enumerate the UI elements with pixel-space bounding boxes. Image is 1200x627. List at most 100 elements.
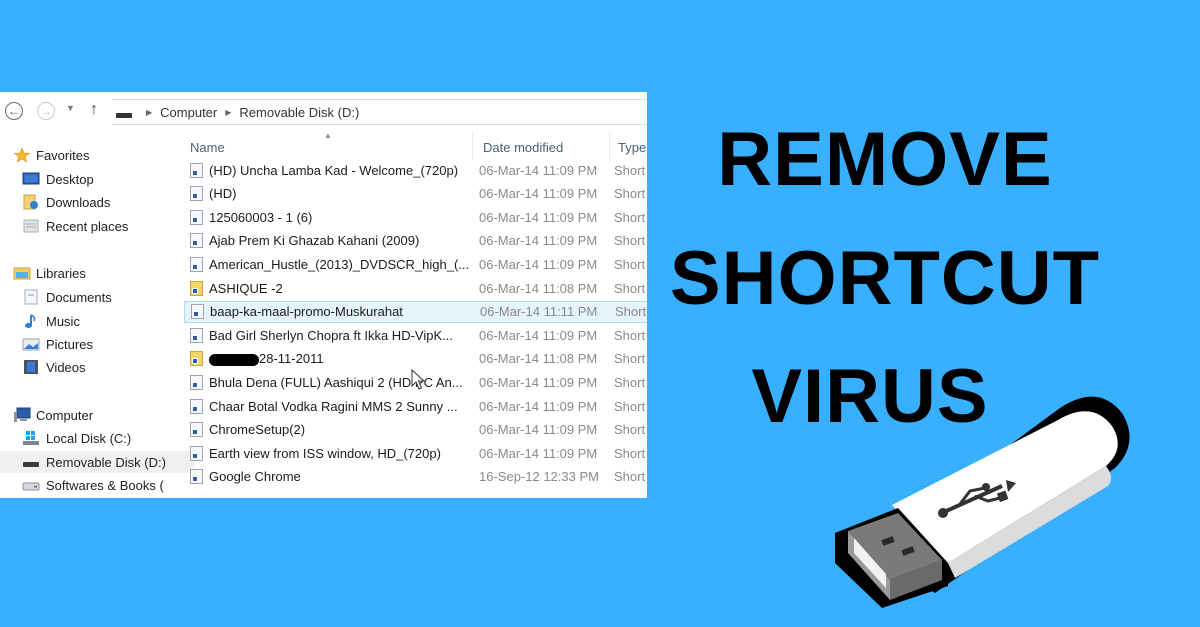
forward-button[interactable]: → [37, 102, 55, 120]
breadcrumb-separator-icon: ▶ [225, 107, 232, 117]
file-name: ChromeSetup(2) [209, 422, 306, 438]
shortcut-file-icon [190, 445, 203, 461]
shortcut-file-icon [190, 256, 203, 272]
sidebar-item-pictures[interactable]: Pictures [0, 333, 194, 355]
back-button[interactable]: ← [5, 102, 23, 120]
address-bar[interactable]: ▶ Computer ▶ Removable Disk (D:) [112, 99, 647, 125]
file-date-modified: 06-Mar-14 11:09 PM [479, 374, 598, 390]
file-row[interactable]: American_Hustle_(2013)_DVDSCR_high_(... 0… [184, 253, 647, 275]
sidebar-item-local-disk-c[interactable]: Local Disk (C:) [0, 427, 194, 449]
file-row[interactable]: ASHIQUE -2 06-Mar-14 11:08 PM Short [184, 277, 647, 299]
file-date-modified: 06-Mar-14 11:09 PM [479, 445, 598, 461]
sidebar-item-softwares-books[interactable]: Softwares & Books ( [0, 474, 194, 496]
sort-ascending-icon: ▲ [324, 131, 332, 140]
file-row[interactable]: baap-ka-maal-promo-Muskurahat 06-Mar-14 1… [184, 300, 647, 323]
file-type: Short [614, 209, 646, 225]
sidebar-group-favorites[interactable]: Favorites [0, 144, 185, 166]
breadcrumb-computer[interactable]: Computer [160, 105, 217, 120]
file-date-modified: 06-Mar-14 11:09 PM [479, 398, 598, 414]
navigation-pane: Favorites Desktop Downloads Recent place… [0, 142, 194, 498]
sidebar-label: Documents [46, 289, 112, 305]
sidebar-item-recent-places[interactable]: Recent places [0, 215, 194, 237]
file-row[interactable]: Google Chrome 16-Sep-12 12:33 PM Short [184, 466, 647, 488]
file-name: 125060003 - 1 (6) [209, 209, 313, 225]
sidebar-group-computer[interactable]: Computer [0, 404, 185, 426]
file-row[interactable]: 125060003 - 1 (6) 06-Mar-14 11:09 PM Short [184, 206, 647, 228]
column-divider[interactable] [609, 132, 610, 160]
usb-flash-drive-icon [835, 396, 1130, 608]
file-name: (HD) [209, 186, 237, 202]
mouse-pointer-icon [411, 369, 426, 390]
file-date-modified: 16-Sep-12 12:33 PM [479, 469, 599, 485]
recent-locations-dropdown[interactable]: ▼ [66, 103, 75, 113]
sidebar-label: Pictures [46, 336, 93, 352]
sidebar-item-music[interactable]: Music [0, 310, 194, 332]
shortcut-file-icon [190, 469, 203, 485]
file-name: Bhula Dena (FULL) Aashiqui 2 (HD PC An..… [209, 374, 463, 390]
file-date-modified: 06-Mar-14 11:11 PM [480, 304, 598, 320]
shortcut-file-icon [190, 327, 203, 343]
sidebar-label: Videos [46, 359, 86, 375]
file-name: 28-11-2011 [209, 351, 479, 366]
shortcut-file-icon [190, 209, 203, 225]
redaction-mark [209, 353, 259, 366]
column-divider[interactable] [472, 132, 473, 160]
column-header-name[interactable]: Name [190, 140, 225, 155]
file-row[interactable]: Bad Girl Sherlyn Chopra ft Ikka HD-VipK.… [184, 324, 647, 346]
sidebar-label: Desktop [46, 171, 94, 187]
file-date-modified: 06-Mar-14 11:09 PM [479, 209, 598, 225]
file-date-modified: 06-Mar-14 11:09 PM [479, 233, 598, 249]
shortcut-file-icon [190, 374, 203, 390]
sidebar-label: Downloads [46, 194, 111, 210]
file-row[interactable]: ChromeSetup(2) 06-Mar-14 11:09 PM Short [184, 419, 647, 441]
music-icon [25, 314, 36, 328]
sidebar-label: Removable Disk (D:) [46, 454, 166, 470]
file-name-text: 28-11-2011 [259, 351, 324, 367]
file-type: Short [614, 327, 646, 343]
sidebar-item-removable-disk-d[interactable]: Removable Disk (D:) [0, 451, 194, 473]
sidebar-label: Recent places [46, 218, 129, 234]
drive-icon [22, 482, 40, 491]
file-name: (HD) Uncha Lamba Kad - Welcome_(720p) [209, 162, 459, 178]
shortcut-file-icon [190, 233, 203, 249]
file-name: Google Chrome [209, 469, 301, 485]
file-row[interactable]: Earth view from ISS window, HD_(720p) 06-… [184, 442, 647, 464]
local-disk-icon [23, 431, 39, 445]
sidebar-label: Music [46, 313, 80, 329]
column-header-date-modified[interactable]: Date modified [483, 140, 563, 155]
sidebar-label: Libraries [36, 265, 86, 281]
documents-icon [24, 289, 38, 305]
sidebar-item-videos[interactable]: Videos [0, 356, 194, 378]
sidebar-label: Softwares & Books ( [46, 477, 164, 493]
sidebar-item-documents[interactable]: Documents [0, 286, 194, 308]
back-arrow-icon: ← [8, 104, 20, 118]
file-list-pane: ▲ Name Date modified Type (HD) Uncha Lam… [182, 130, 647, 498]
sidebar-label: Local Disk (C:) [46, 430, 132, 446]
file-name: baap-ka-maal-promo-Muskurahat [210, 304, 403, 320]
sidebar-group-libraries[interactable]: Libraries [0, 262, 185, 284]
file-date-modified: 06-Mar-14 11:08 PM [479, 280, 598, 296]
file-row[interactable]: Chaar Botal Vodka Ragini MMS 2 Sunny ...… [184, 395, 647, 417]
file-row[interactable]: (HD) 06-Mar-14 11:09 PM Short [184, 183, 647, 205]
shortcut-file-icon [190, 162, 203, 178]
headline-line-1: REMOVE [717, 117, 1053, 202]
file-row[interactable]: 28-11-2011 06-Mar-14 11:08 PM Short [184, 348, 647, 370]
breadcrumb-separator-icon: ▶ [146, 107, 153, 117]
file-row[interactable]: (HD) Uncha Lamba Kad - Welcome_(720p) 06-… [184, 159, 647, 181]
up-button[interactable]: ↑ [90, 101, 98, 119]
sidebar-item-desktop[interactable]: Desktop [0, 168, 194, 190]
file-name: Chaar Botal Vodka Ragini MMS 2 Sunny ... [209, 398, 458, 414]
shortcut-file-icon [190, 186, 203, 202]
desktop-icon [22, 172, 40, 185]
pictures-icon [22, 338, 40, 351]
shortcut-file-icon [190, 422, 203, 438]
breadcrumb-removable-disk[interactable]: Removable Disk (D:) [239, 105, 359, 120]
recent-places-icon [23, 219, 39, 233]
file-row[interactable]: Ajab Prem Ki Ghazab Kahani (2009) 06-Mar-… [184, 230, 647, 252]
file-name: Earth view from ISS window, HD_(720p) [209, 445, 441, 461]
sidebar-item-downloads[interactable]: Downloads [0, 191, 194, 213]
file-date-modified: 06-Mar-14 11:08 PM [479, 351, 598, 367]
file-name: Ajab Prem Ki Ghazab Kahani (2009) [209, 233, 420, 249]
shortcut-file-icon [191, 304, 204, 320]
file-name: Bad Girl Sherlyn Chopra ft Ikka HD-VipK.… [209, 327, 453, 343]
